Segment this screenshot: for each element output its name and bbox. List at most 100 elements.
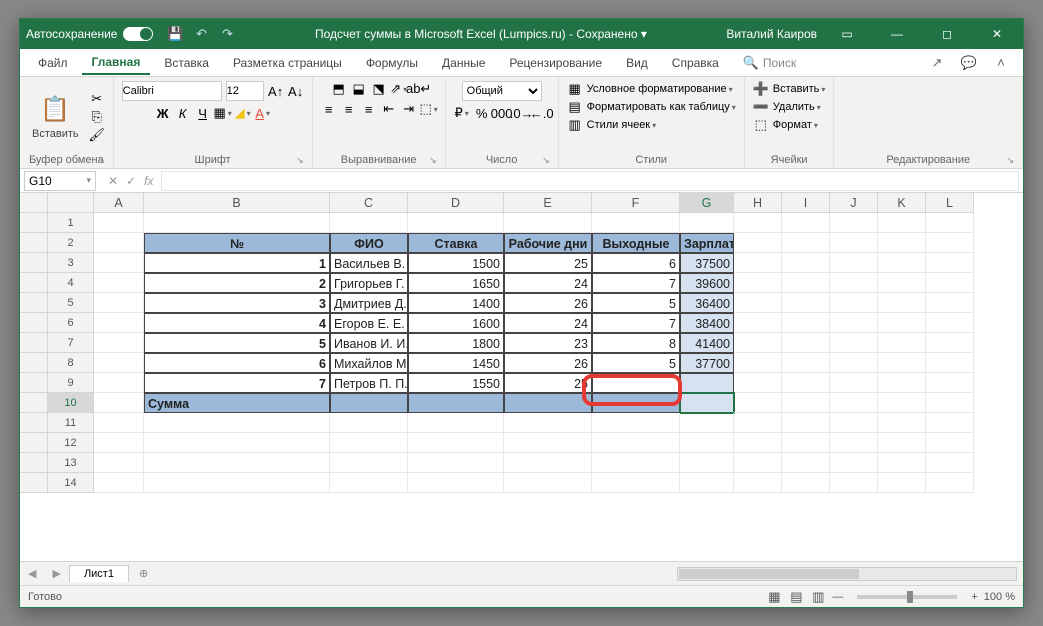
cell-D7[interactable]: 1800: [408, 333, 504, 353]
cell-E3[interactable]: 25: [504, 253, 592, 273]
conditional-formatting-button[interactable]: ▦Условное форматирование: [567, 81, 733, 97]
cell-G14[interactable]: [680, 473, 734, 493]
cell-L12[interactable]: [926, 433, 974, 453]
cell-K1[interactable]: [878, 213, 926, 233]
row-header-9[interactable]: 9: [48, 373, 94, 393]
number-dialog-icon[interactable]: ↘: [542, 155, 550, 166]
cell-A12[interactable]: [94, 433, 144, 453]
cell-A14[interactable]: [94, 473, 144, 493]
col-header-J[interactable]: J: [830, 193, 878, 213]
cell-G10[interactable]: [680, 393, 734, 413]
cell-D5[interactable]: 1400: [408, 293, 504, 313]
add-sheet-icon[interactable]: ⊕: [129, 567, 158, 580]
tab-insert[interactable]: Вставка: [154, 52, 219, 74]
cell-F10[interactable]: [592, 393, 680, 413]
format-painter-icon[interactable]: 🖌: [89, 127, 105, 143]
cell-L14[interactable]: [926, 473, 974, 493]
cell-D3[interactable]: 1500: [408, 253, 504, 273]
cell-E6[interactable]: 24: [504, 313, 592, 333]
align-left-icon[interactable]: ≡: [321, 101, 337, 117]
italic-icon[interactable]: К: [175, 105, 191, 121]
worksheet[interactable]: ABCDEFGHIJKL12№ФИОСтавкаРабочие дниВыход…: [20, 193, 1023, 561]
cell-L10[interactable]: [926, 393, 974, 413]
sheet-nav-next-icon[interactable]: ▶: [44, 567, 68, 580]
cell-K11[interactable]: [878, 413, 926, 433]
cell-B5[interactable]: 3: [144, 293, 330, 313]
cell-G7[interactable]: 41400: [680, 333, 734, 353]
cell-H1[interactable]: [734, 213, 782, 233]
format-cells-button[interactable]: ⬚Формат: [753, 117, 818, 133]
cell-I14[interactable]: [782, 473, 830, 493]
cell-G1[interactable]: [680, 213, 734, 233]
cell-B2[interactable]: №: [144, 233, 330, 253]
row-header-13[interactable]: 13: [48, 453, 94, 473]
user-name[interactable]: Виталий Каиров: [726, 27, 817, 41]
cell-C11[interactable]: [330, 413, 408, 433]
decrease-font-icon[interactable]: A↓: [288, 83, 304, 99]
cell-L11[interactable]: [926, 413, 974, 433]
cell-I10[interactable]: [782, 393, 830, 413]
cell-D9[interactable]: 1550: [408, 373, 504, 393]
cell-J12[interactable]: [830, 433, 878, 453]
cell-L3[interactable]: [926, 253, 974, 273]
cell-J14[interactable]: [830, 473, 878, 493]
cell-A6[interactable]: [94, 313, 144, 333]
cell-K8[interactable]: [878, 353, 926, 373]
cut-icon[interactable]: ✂: [89, 91, 105, 107]
cell-B14[interactable]: [144, 473, 330, 493]
page-break-view-icon[interactable]: ▥: [810, 589, 826, 605]
merge-icon[interactable]: ⬚: [421, 101, 437, 117]
cell-L9[interactable]: [926, 373, 974, 393]
cell-A7[interactable]: [94, 333, 144, 353]
zoom-in-icon[interactable]: +: [971, 591, 977, 603]
cell-J6[interactable]: [830, 313, 878, 333]
cell-F8[interactable]: 5: [592, 353, 680, 373]
cell-G6[interactable]: 38400: [680, 313, 734, 333]
align-bottom-icon[interactable]: ⬔: [371, 81, 387, 97]
cell-C14[interactable]: [330, 473, 408, 493]
cell-C9[interactable]: Петров П. П.: [330, 373, 408, 393]
delete-cells-button[interactable]: ➖Удалить: [753, 99, 821, 115]
cell-B10[interactable]: Сумма: [144, 393, 330, 413]
font-color-icon[interactable]: A: [255, 105, 271, 121]
paste-button[interactable]: 📋 Вставить: [28, 92, 83, 142]
cell-H8[interactable]: [734, 353, 782, 373]
cell-A5[interactable]: [94, 293, 144, 313]
cell-G12[interactable]: [680, 433, 734, 453]
cell-E8[interactable]: 26: [504, 353, 592, 373]
cell-L8[interactable]: [926, 353, 974, 373]
increase-font-icon[interactable]: A↑: [268, 83, 284, 99]
cell-I5[interactable]: [782, 293, 830, 313]
cell-E11[interactable]: [504, 413, 592, 433]
cell-E2[interactable]: Рабочие дни: [504, 233, 592, 253]
cell-I3[interactable]: [782, 253, 830, 273]
cell-G3[interactable]: 37500: [680, 253, 734, 273]
tab-formulas[interactable]: Формулы: [356, 52, 428, 74]
cell-B3[interactable]: 1: [144, 253, 330, 273]
zoom-slider[interactable]: [857, 595, 957, 599]
cell-I13[interactable]: [782, 453, 830, 473]
search-box[interactable]: 🔍 Поиск: [743, 55, 796, 71]
cell-E7[interactable]: 23: [504, 333, 592, 353]
collapse-ribbon-icon[interactable]: ˄: [993, 55, 1009, 71]
cell-D1[interactable]: [408, 213, 504, 233]
tab-file[interactable]: Файл: [28, 52, 78, 74]
cell-G11[interactable]: [680, 413, 734, 433]
col-header-E[interactable]: E: [504, 193, 592, 213]
cell-B11[interactable]: [144, 413, 330, 433]
cell-K6[interactable]: [878, 313, 926, 333]
cell-H7[interactable]: [734, 333, 782, 353]
cell-K2[interactable]: [878, 233, 926, 253]
increase-decimal-icon[interactable]: .0→: [514, 105, 530, 121]
cell-J3[interactable]: [830, 253, 878, 273]
row-header-10[interactable]: 10: [48, 393, 94, 413]
fx-icon[interactable]: fx: [144, 174, 153, 188]
cell-C1[interactable]: [330, 213, 408, 233]
cell-D11[interactable]: [408, 413, 504, 433]
cell-A9[interactable]: [94, 373, 144, 393]
cell-K3[interactable]: [878, 253, 926, 273]
name-box[interactable]: G10▾: [24, 171, 96, 191]
cell-I6[interactable]: [782, 313, 830, 333]
cell-H5[interactable]: [734, 293, 782, 313]
cell-C2[interactable]: ФИО: [330, 233, 408, 253]
